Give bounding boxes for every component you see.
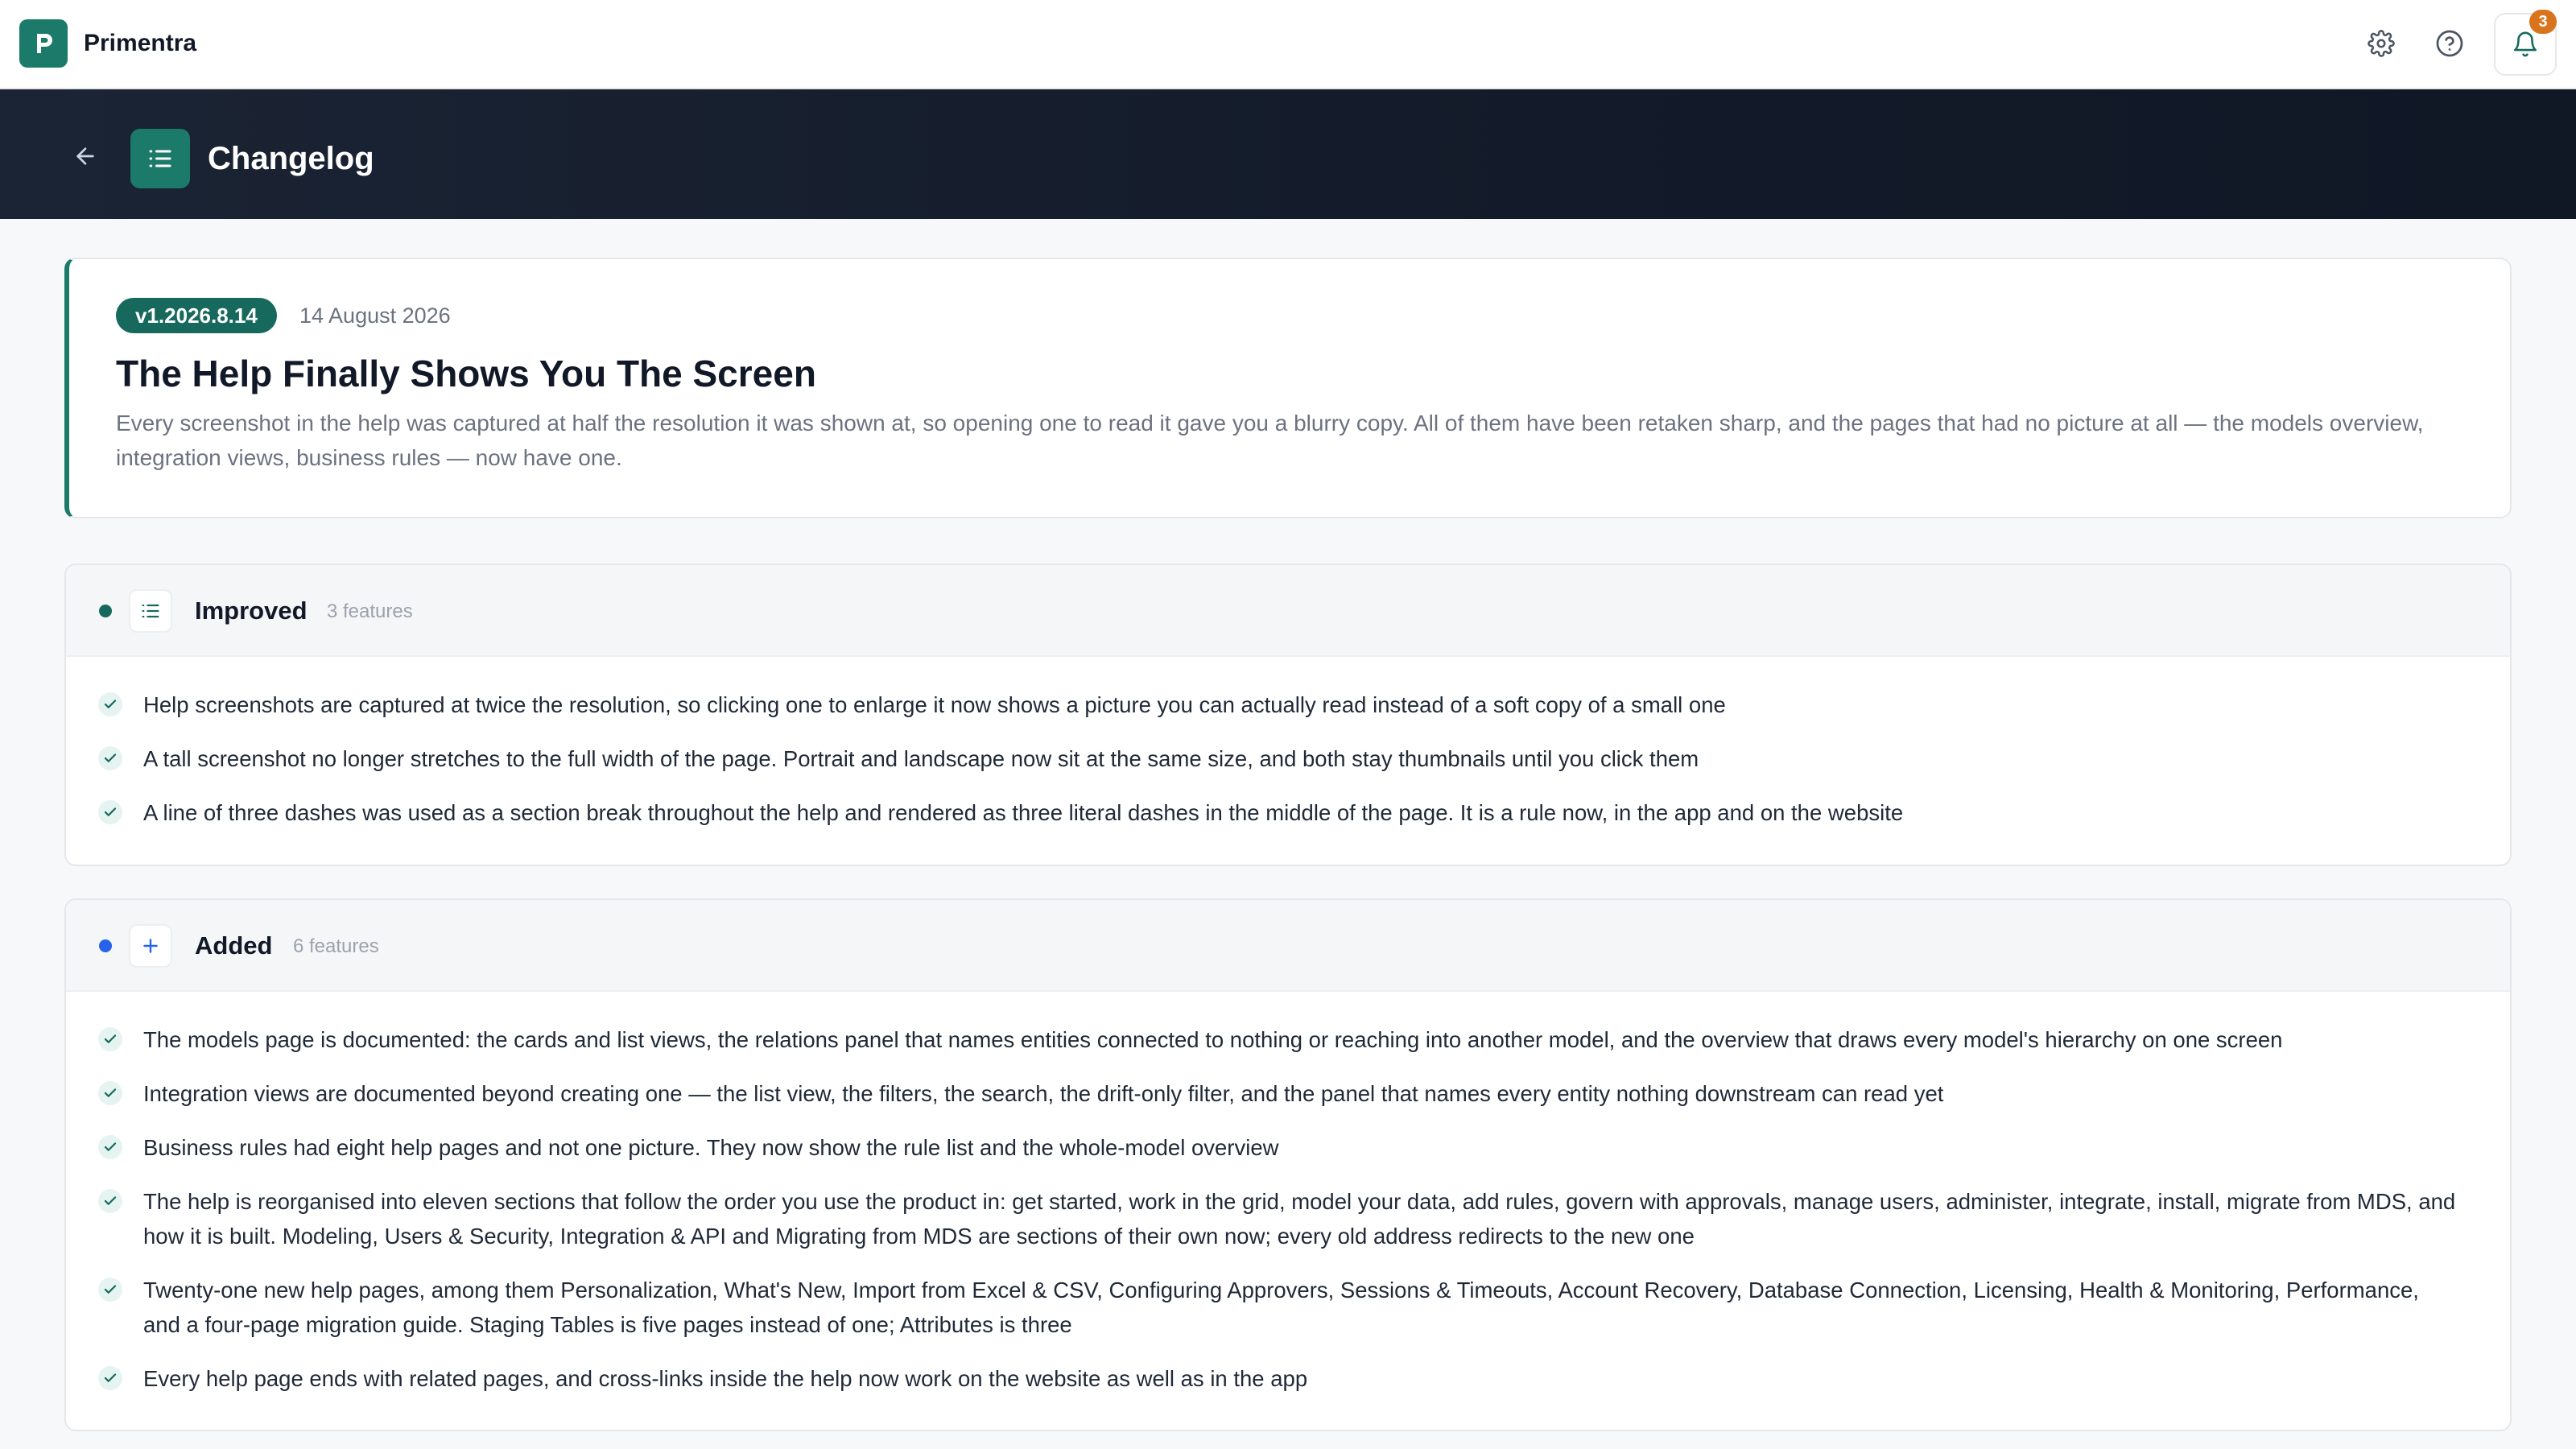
section-header[interactable]: Added 6 features (66, 900, 2510, 992)
check-icon (98, 1189, 122, 1213)
section-count: 6 features (293, 935, 379, 957)
help-button[interactable] (2430, 24, 2469, 63)
release-description: Every screenshot in the help was capture… (116, 411, 2424, 470)
section-count: 3 features (327, 601, 413, 622)
list-item: Integration views are documented beyond … (66, 1076, 2510, 1111)
section-header[interactable]: Improved 3 features (66, 565, 2510, 657)
list-item: The help is reorganised into eleven sect… (66, 1184, 2510, 1253)
page-title: Changelog (208, 141, 374, 176)
check-icon (98, 1135, 122, 1159)
check-icon (98, 746, 122, 770)
app-name: Primentra (84, 30, 197, 56)
app-logo[interactable] (19, 19, 68, 68)
plus-icon (143, 939, 158, 953)
list-item: A tall screenshot no longer stretches to… (66, 741, 2510, 776)
section-dot (99, 605, 112, 617)
feature-text: A tall screenshot no longer stretches to… (143, 746, 1699, 771)
feature-text: The models page is documented: the cards… (143, 1027, 2283, 1052)
list-icon (149, 150, 171, 167)
list-item: The models page is documented: the cards… (66, 1022, 2510, 1057)
feature-text: The help is reorganised into eleven sect… (143, 1189, 2456, 1249)
check-icon (98, 692, 122, 716)
feature-list: The models page is documented: the cards… (66, 992, 2510, 1396)
feature-text: Every help page ends with related pages,… (143, 1366, 1308, 1391)
feature-text: Help screenshots are captured at twice t… (143, 692, 1726, 717)
release-title: The Help Finally Shows You The Screen (116, 353, 816, 394)
version-badge: v1.2026.8.14 (116, 298, 277, 333)
check-icon (98, 1278, 122, 1302)
section-icon (129, 924, 172, 968)
feature-text: Integration views are documented beyond … (143, 1081, 1944, 1106)
section-icon (129, 589, 172, 633)
gear-icon (2368, 30, 2395, 57)
top-bar: Primentra 3 (0, 0, 2576, 89)
section-title: Added (195, 931, 273, 960)
feature-text: Business rules had eight help pages and … (143, 1135, 1279, 1160)
page-header (0, 89, 2576, 219)
logo-p-icon (37, 34, 52, 53)
list-item: Business rules had eight help pages and … (66, 1130, 2510, 1165)
list-item: Every help page ends with related pages,… (66, 1361, 2510, 1396)
changelog-header-icon (130, 129, 190, 188)
check-icon (98, 800, 122, 824)
list-icon (142, 604, 159, 618)
check-icon (98, 1366, 122, 1390)
back-button[interactable] (68, 138, 103, 174)
list-item: Help screenshots are captured at twice t… (66, 687, 2510, 722)
check-icon (98, 1027, 122, 1051)
bell-icon (2513, 31, 2537, 57)
settings-button[interactable] (2362, 24, 2401, 63)
arrow-left-icon (76, 147, 94, 165)
section-improved: Improved 3 features Help screenshots are… (64, 564, 2512, 866)
help-circle-icon (2436, 30, 2463, 57)
section-title: Improved (195, 597, 308, 625)
list-item: A line of three dashes was used as a sec… (66, 795, 2510, 830)
check-icon (98, 1081, 122, 1105)
notification-count-badge: 3 (2529, 10, 2557, 34)
feature-list: Help screenshots are captured at twice t… (66, 657, 2510, 830)
feature-text: Twenty-one new help pages, among them Pe… (143, 1278, 2419, 1337)
section-added: Added 6 features The models page is docu… (64, 898, 2512, 1431)
list-item: Twenty-one new help pages, among them Pe… (66, 1273, 2510, 1342)
release-date: 14 August 2026 (299, 303, 451, 328)
section-dot (99, 939, 112, 952)
feature-text: A line of three dashes was used as a sec… (143, 800, 1904, 825)
